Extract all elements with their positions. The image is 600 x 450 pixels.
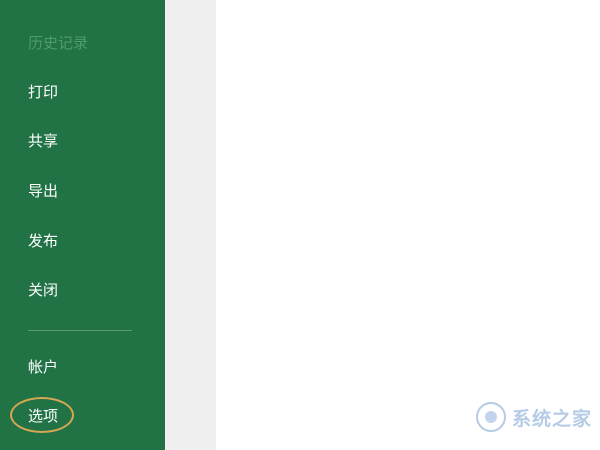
- watermark-text: 系统之家: [511, 407, 592, 430]
- sidebar-gutter: [165, 0, 216, 450]
- watermark: 系统之家: [475, 402, 592, 432]
- sidebar-item-cut-off[interactable]: [28, 0, 58, 3]
- sidebar-divider: [28, 330, 132, 331]
- backstage-sidebar: 历史记录 打印 共享 导出 发布 关闭 帐户 选项: [0, 0, 165, 450]
- sidebar-item-account[interactable]: 帐户: [28, 357, 58, 377]
- sidebar-item-print[interactable]: 打印: [28, 82, 58, 102]
- main-content-area: [216, 0, 600, 450]
- sidebar-item-close[interactable]: 关闭: [28, 280, 58, 300]
- sidebar-item-publish[interactable]: 发布: [28, 231, 58, 251]
- watermark-logo-icon: [475, 402, 506, 432]
- sidebar-item-export[interactable]: 导出: [28, 181, 58, 201]
- sidebar-item-history: 历史记录: [28, 34, 89, 52]
- sidebar-item-share[interactable]: 共享: [28, 131, 58, 151]
- sidebar-item-options[interactable]: 选项: [28, 406, 58, 426]
